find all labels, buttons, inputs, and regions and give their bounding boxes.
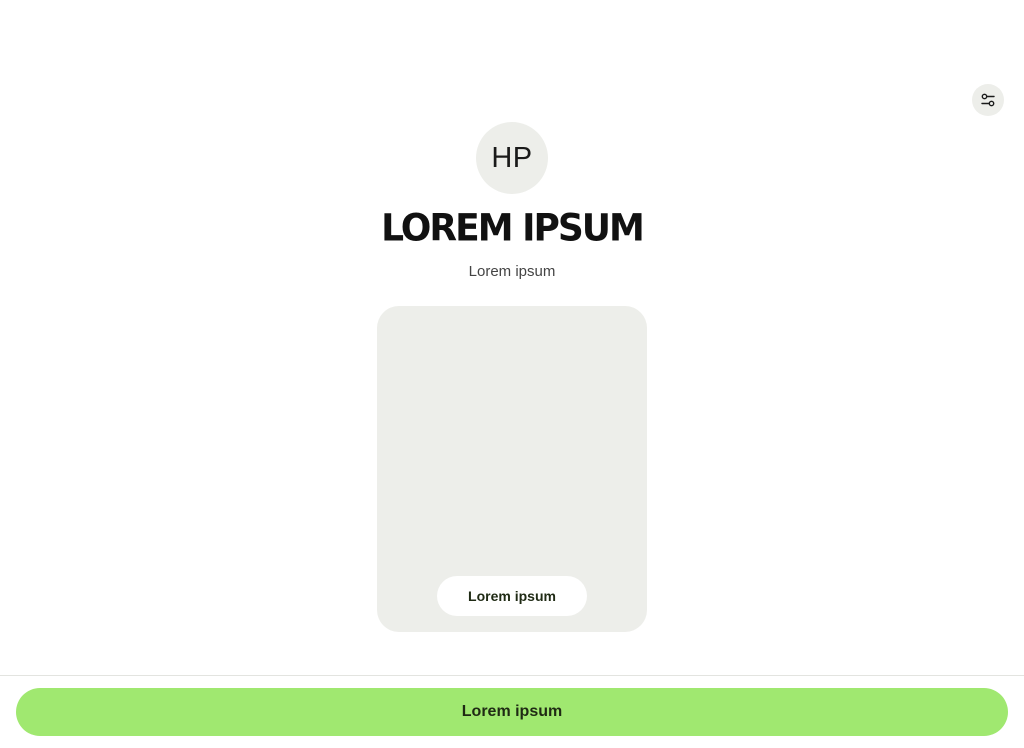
page-subtitle: Lorem ipsum (468, 263, 556, 280)
primary-cta-button[interactable]: Lorem ipsum (16, 688, 1008, 736)
profile-page: HP LOREM IPSUM Lorem ipsum Lorem ipsum L… (0, 0, 1024, 748)
page-title: LOREM IPSUM (381, 206, 645, 250)
settings-sliders-icon (980, 92, 996, 108)
avatar-initials: HP (491, 141, 533, 174)
filter-settings-button[interactable] (972, 84, 1004, 116)
avatar: HP (476, 122, 548, 194)
footer-divider (0, 675, 1024, 676)
content-card: Lorem ipsum (377, 306, 647, 632)
card-action-button[interactable]: Lorem ipsum (437, 576, 587, 616)
